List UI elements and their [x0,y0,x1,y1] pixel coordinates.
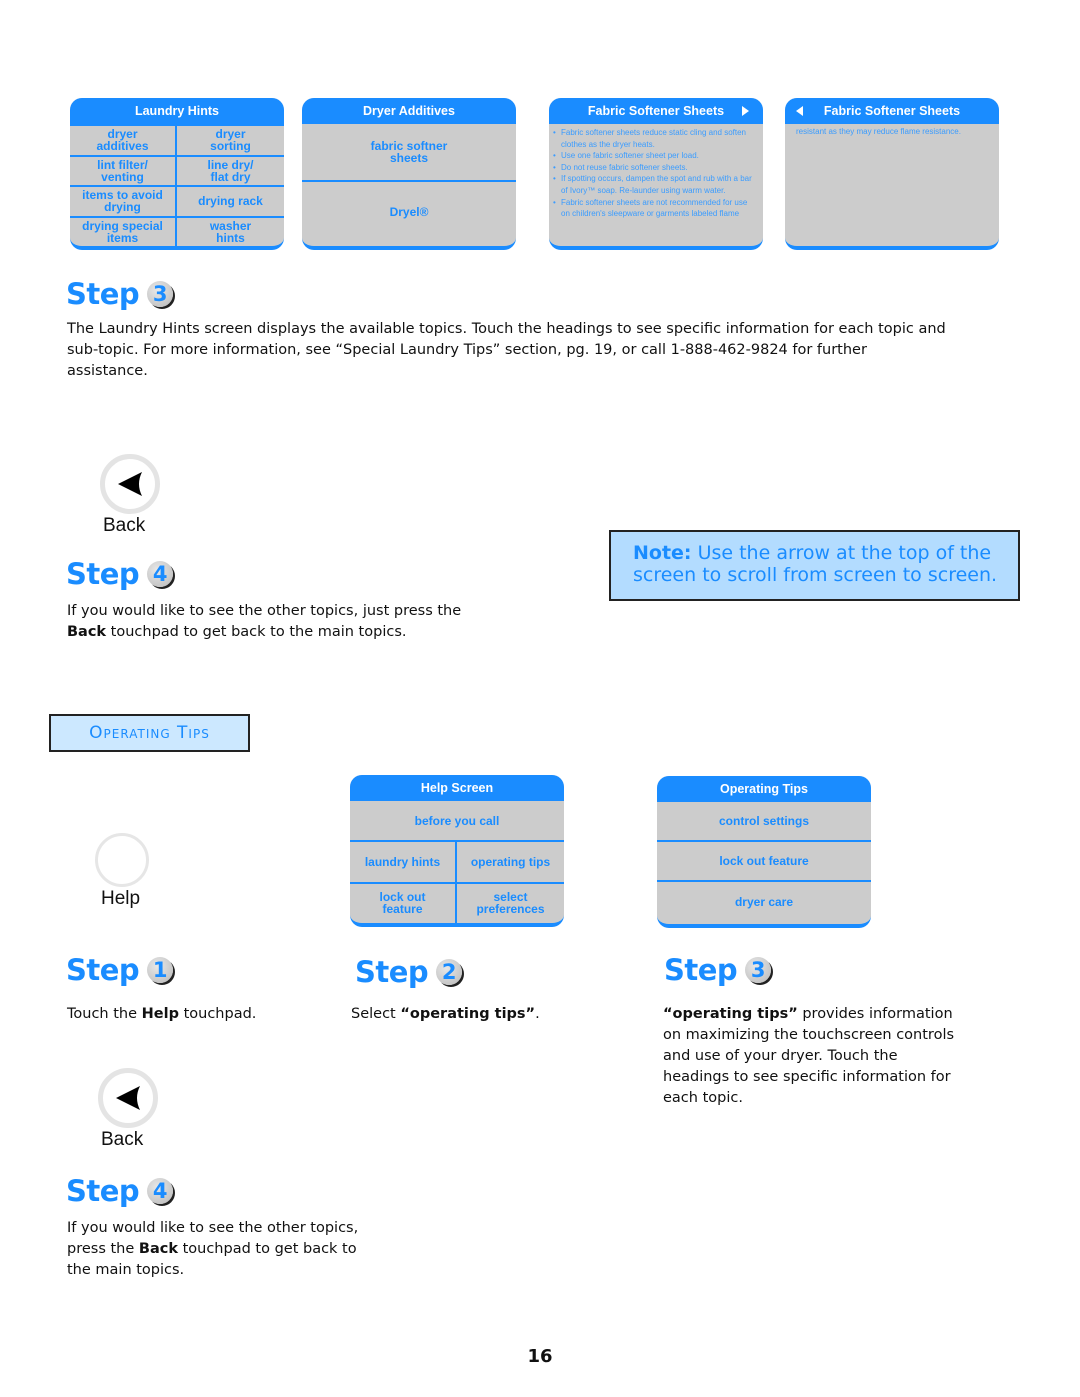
help-touchpad[interactable] [95,833,149,887]
back-arrow-icon [116,1086,140,1110]
step-heading: Step 4 [66,1174,174,1208]
bullet-item: Use one fabric softener sheet per load. [553,150,757,162]
step-number-badge: 3 [147,281,174,307]
bullet-item: If spotting occurs, dampen the spot and … [553,173,757,196]
back-arrow-icon [118,472,142,496]
step-number-badge: 4 [147,561,174,587]
step-word: Step [66,277,140,311]
section-heading: Operating Tips [49,714,250,752]
bullet-item: Fabric softener sheets are not recommend… [553,197,757,220]
screen-button-select-preferences[interactable]: select preferences [457,881,564,924]
arrow-right-icon[interactable] [742,106,749,116]
laundry-hints-screen: Laundry Hints dryer additives dryer sort… [70,98,284,250]
screen-title: Dryer Additives [302,98,516,124]
back-label: Back [103,515,146,536]
step-word: Step [66,953,140,987]
bullet-list: Fabric softener sheets reduce static cli… [549,124,763,220]
bullet-item: Fabric softener sheets reduce static cli… [553,127,757,150]
step-description: Touch the Help touchpad. [67,1006,257,1022]
arrow-left-icon[interactable] [796,106,803,116]
screen-button-dryer-additives[interactable]: dryer additives [70,124,177,155]
page-number: 16 [527,1346,553,1367]
screen-button-operating-tips[interactable]: operating tips [457,840,564,882]
fabric-softener-screen-1: Fabric Softener Sheets Fabric softener s… [549,98,763,250]
step-description: The Laundry Hints screen displays the av… [67,321,946,379]
screen-title: Laundry Hints [70,98,284,124]
screen-button-drying-special-items[interactable]: drying special items [70,215,177,246]
step-number-badge: 4 [147,1178,174,1204]
step-heading: Step 4 [66,557,174,591]
screen-button-lock-out-feature[interactable]: lock out feature [657,842,871,882]
step-description: If you would like to see the other topic… [67,1220,359,1278]
back-label: Back [101,1129,144,1150]
step-word: Step [664,953,738,987]
operating-tips-screen: Operating Tips control settings lock out… [657,776,871,928]
screen-button-lock-out-feature[interactable]: lock out feature [350,881,457,923]
note-label: Note: [633,542,692,564]
screen-button-laundry-hints[interactable]: laundry hints [350,840,457,882]
step-number-badge: 2 [436,959,463,985]
step-heading: Step 2 [355,955,463,989]
screen-button-dryer-care[interactable]: dryer care [657,882,871,922]
screen-button-washer-hints[interactable]: washer hints [177,215,284,247]
step-word: Step [355,955,429,989]
step-heading: Step 3 [66,277,174,311]
step-number-badge: 1 [147,957,174,983]
screen-title: Fabric Softener Sheets [587,104,725,118]
screen-button-drying-rack[interactable]: drying rack [177,185,284,216]
screen-button-lint-filter[interactable]: lint filter/ venting [70,154,177,185]
step-heading: Step 1 [66,953,174,987]
step-word: Step [66,557,140,591]
step-description: Select “operating tips”. [351,1006,540,1022]
screen-button-items-to-avoid[interactable]: items to avoid drying [70,185,177,216]
step-description: If you would like to see the other topic… [67,603,462,640]
bullet-item: Do not reuse fabric softener sheets. [553,162,757,174]
dryer-additives-screen: Dryer Additives fabric softner sheets Dr… [302,98,516,250]
screen-button-dryer-sorting[interactable]: dryer sorting [177,124,284,155]
note-box: Note: Use the arrow at the top of the sc… [609,530,1020,601]
step-word: Step [66,1174,140,1208]
screen-button-before-you-call[interactable]: before you call [350,801,564,840]
step-number-badge: 3 [745,957,772,983]
fabric-softener-screen-2: Fabric Softener Sheets resistant as they… [785,98,999,250]
screen-title: Fabric Softener Sheets [823,104,961,118]
back-touchpad[interactable] [100,454,160,514]
continued-text: resistant as they may reduce flame resis… [796,127,961,136]
screen-title: Help Screen [350,775,564,801]
screen-button-line-dry[interactable]: line dry/ flat dry [177,154,284,186]
screen-button-dryel[interactable]: Dryel® [302,182,516,242]
help-screen: Help Screen before you call laundry hint… [350,775,564,927]
step-description: “operating tips” provides information on… [663,1006,955,1106]
screen-button-control-settings[interactable]: control settings [657,802,871,842]
screen-title: Operating Tips [657,776,871,802]
screen-button-fabric-softner-sheets[interactable]: fabric softner sheets [302,124,516,182]
step-heading: Step 3 [664,953,772,987]
help-label: Help [101,888,141,909]
back-touchpad[interactable] [98,1068,158,1128]
